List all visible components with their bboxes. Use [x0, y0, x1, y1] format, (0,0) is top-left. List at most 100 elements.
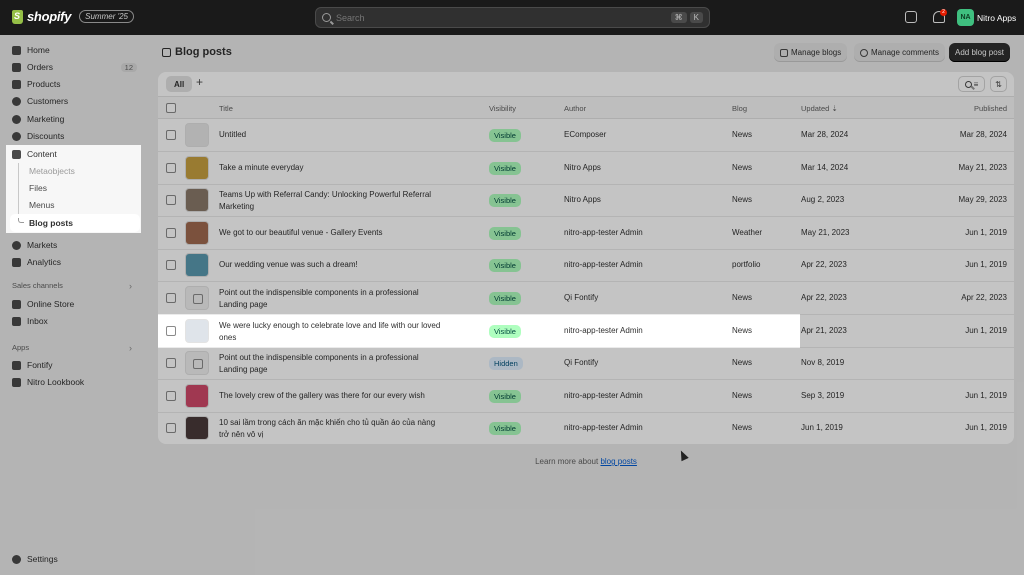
post-updated-date: Aug 2, 2023 — [801, 195, 845, 205]
select-all-checkbox[interactable] — [166, 103, 176, 113]
sidebar-item-markets[interactable]: Markets — [12, 237, 137, 253]
post-title-line: Take a minute everyday — [219, 162, 304, 172]
shopify-logo[interactable]: shopify Summer '25 — [12, 9, 134, 24]
avatar[interactable]: NA — [957, 9, 974, 26]
blog-posts-help-link[interactable]: blog posts — [600, 457, 636, 466]
learn-more-text: Learn more about — [535, 457, 599, 466]
post-title[interactable]: The lovely crew of the gallery was there… — [219, 390, 474, 402]
post-author: Qi Fontify — [564, 358, 599, 368]
post-author: EComposer — [564, 130, 607, 139]
column-header-blog[interactable]: Blog — [732, 104, 747, 113]
visibility-badge: Visible — [489, 194, 521, 208]
add-blog-post-button[interactable]: Add blog post — [949, 43, 1010, 62]
table-row[interactable]: Untitled Visible EComposer News Mar 28, … — [158, 119, 1014, 152]
sidebar-item-metaobjects[interactable]: Metaobjects — [29, 163, 75, 179]
app-icon — [12, 377, 21, 387]
post-published-date: Jun 1, 2019 — [965, 227, 1007, 237]
row-checkbox[interactable] — [166, 358, 176, 369]
post-title[interactable]: Untitled — [219, 129, 474, 141]
row-checkbox[interactable] — [166, 390, 176, 401]
row-checkbox[interactable] — [166, 293, 176, 303]
table-header: Title Visibility Author Blog Updated ⇣ P… — [158, 96, 1014, 119]
sidebar-item-label: Discounts — [27, 131, 65, 141]
table-row[interactable]: We were lucky enough to celebrate love a… — [158, 315, 1014, 348]
post-author: nitro-app-tester Admin — [564, 390, 643, 400]
table-row[interactable]: 10 sai lầm trong cách ăn mặc khiến cho t… — [158, 412, 1014, 444]
table-row[interactable]: The lovely crew of the gallery was there… — [158, 380, 1014, 413]
post-title[interactable]: Point out the indispensible components i… — [219, 287, 474, 311]
post-title[interactable]: 10 sai lầm trong cách ăn mặc khiến cho t… — [219, 417, 474, 441]
column-header-updated[interactable]: Updated ⇣ — [801, 104, 838, 113]
table-row[interactable]: Our wedding venue was such a dream! Visi… — [158, 249, 1014, 283]
sidebar-item-customers[interactable]: Customers — [12, 93, 137, 109]
store-icon[interactable] — [905, 11, 917, 23]
apps-header[interactable]: Apps › — [12, 343, 132, 353]
logo-text: shopify — [27, 9, 72, 24]
sidebar-item-blog-posts[interactable]: Blog posts — [29, 215, 73, 231]
post-title[interactable]: Point out the indispensible components i… — [219, 352, 474, 376]
table-row[interactable]: Point out the indispensible components i… — [158, 347, 1014, 381]
row-checkbox[interactable] — [166, 195, 176, 206]
post-published-date: Mar 28, 2024 — [959, 130, 1007, 139]
post-title-line: We were lucky enough to celebrate love a… — [219, 320, 441, 330]
edition-badge[interactable]: Summer '25 — [79, 10, 134, 23]
sales-channels-header[interactable]: Sales channels › — [12, 281, 132, 291]
post-author: Qi Fontify — [564, 293, 599, 302]
chevron-right-icon: › — [129, 281, 132, 291]
account-name[interactable]: Nitro Apps — [977, 13, 1016, 23]
sidebar-item-label: Analytics — [27, 257, 62, 267]
row-checkbox[interactable] — [166, 130, 176, 140]
add-view-button[interactable]: + — [196, 75, 203, 89]
row-checkbox[interactable] — [166, 162, 176, 173]
post-title[interactable]: We were lucky enough to celebrate love a… — [219, 320, 474, 344]
sidebar-item-discounts[interactable]: Discounts — [12, 128, 137, 144]
search-filter-button[interactable]: ≡ — [958, 76, 985, 92]
post-title[interactable]: We got to our beautiful venue - Gallery … — [219, 227, 474, 239]
row-checkbox[interactable] — [166, 227, 176, 238]
table-row[interactable]: Point out the indispensible components i… — [158, 282, 1014, 315]
sidebar-item-online-store[interactable]: Online Store — [12, 296, 137, 312]
search-input[interactable] — [336, 12, 668, 23]
sidebar-item-marketing[interactable]: Marketing — [12, 111, 137, 127]
row-checkbox[interactable] — [166, 325, 176, 336]
manage-comments-button[interactable]: Manage comments — [854, 43, 946, 62]
sidebar-item-nitro-lookbook[interactable]: Nitro Lookbook — [12, 374, 137, 390]
orders-icon — [12, 62, 21, 72]
table-row[interactable]: We got to our beautiful venue - Gallery … — [158, 217, 1014, 250]
post-author: nitro-app-tester Admin — [564, 423, 643, 433]
search-bar[interactable]: ⌘ K — [315, 7, 710, 28]
post-title[interactable]: Our wedding venue was such a dream! — [219, 259, 474, 271]
column-header-title[interactable]: Title — [219, 104, 233, 113]
table-row[interactable]: Teams Up with Referral Candy: Unlocking … — [158, 184, 1014, 218]
table-row[interactable]: Take a minute everyday Visible Nitro App… — [158, 152, 1014, 185]
sidebar-item-products[interactable]: Products — [12, 76, 137, 92]
visibility-badge: Visible — [489, 292, 521, 305]
sidebar-item-label: Content — [27, 149, 57, 159]
column-header-visibility[interactable]: Visibility — [489, 104, 516, 113]
post-title[interactable]: Take a minute everyday — [219, 162, 474, 174]
sidebar-item-menus[interactable]: Menus — [29, 197, 55, 213]
notification-count-badge: 2 — [940, 9, 947, 16]
sidebar-item-settings[interactable]: Settings — [12, 551, 137, 567]
tab-all[interactable]: All — [166, 76, 193, 92]
post-title[interactable]: Teams Up with Referral Candy: Unlocking … — [219, 189, 474, 213]
sidebar-item-fontify[interactable]: Fontify — [12, 357, 137, 373]
post-title-line: Landing page — [219, 365, 268, 375]
button-label: Manage comments — [871, 48, 940, 57]
manage-blogs-button[interactable]: Manage blogs — [774, 43, 848, 62]
sidebar-item-files[interactable]: Files — [29, 180, 47, 196]
row-checkbox[interactable] — [166, 260, 176, 271]
post-thumbnail — [185, 286, 209, 310]
sidebar-item-inbox[interactable]: Inbox — [12, 313, 137, 329]
post-author: nitro-app-tester Admin — [564, 227, 643, 237]
sidebar-item-label: Orders — [27, 62, 53, 72]
sidebar-item-analytics[interactable]: Analytics — [12, 254, 137, 270]
sidebar-item-orders[interactable]: Orders 12 — [12, 59, 137, 75]
column-header-published[interactable]: Published — [974, 104, 1007, 113]
sidebar-item-content[interactable]: Content — [12, 146, 137, 162]
sort-button[interactable]: ⇅ — [990, 76, 1007, 92]
column-header-author[interactable]: Author — [564, 104, 586, 113]
sidebar-item-label: Products — [27, 79, 61, 89]
sidebar-item-home[interactable]: Home — [12, 42, 137, 58]
row-checkbox[interactable] — [166, 423, 176, 434]
